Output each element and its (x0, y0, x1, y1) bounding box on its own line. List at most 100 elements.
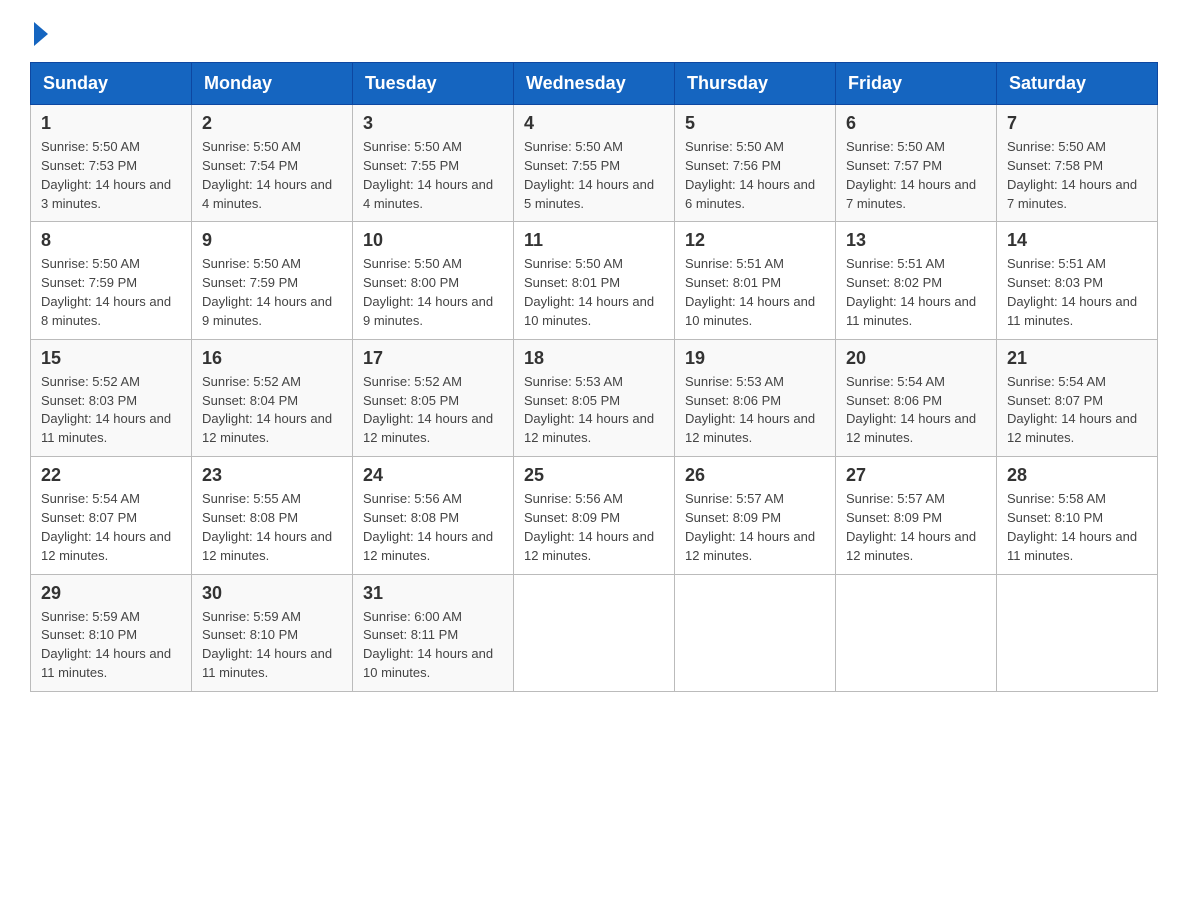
calendar-cell: 13 Sunrise: 5:51 AMSunset: 8:02 PMDayligh… (836, 222, 997, 339)
day-number: 30 (202, 583, 342, 604)
logo-arrow-icon (34, 22, 48, 46)
day-info: Sunrise: 5:52 AMSunset: 8:04 PMDaylight:… (202, 373, 342, 448)
day-number: 14 (1007, 230, 1147, 251)
day-number: 20 (846, 348, 986, 369)
day-number: 25 (524, 465, 664, 486)
day-info: Sunrise: 5:50 AMSunset: 7:54 PMDaylight:… (202, 138, 342, 213)
calendar-cell: 20Sunrise: 5:54 AMSunset: 8:06 PMDayligh… (836, 339, 997, 456)
day-info: Sunrise: 5:55 AMSunset: 8:08 PMDaylight:… (202, 490, 342, 565)
calendar-cell: 25 Sunrise: 5:56 AMSunset: 8:09 PMDayligh… (514, 457, 675, 574)
day-info: Sunrise: 5:56 AMSunset: 8:08 PMDaylight:… (363, 490, 503, 565)
logo (30, 20, 48, 42)
day-number: 1 (41, 113, 181, 134)
day-info: Sunrise: 5:50 AMSunset: 7:58 PMDaylight:… (1007, 138, 1147, 213)
calendar-cell: 3Sunrise: 5:50 AMSunset: 7:55 PMDaylight… (353, 105, 514, 222)
calendar-cell (836, 574, 997, 691)
calendar-cell: 24 Sunrise: 5:56 AMSunset: 8:08 PMDayligh… (353, 457, 514, 574)
day-number: 19 (685, 348, 825, 369)
calendar-header: SundayMondayTuesdayWednesdayThursdayFrid… (31, 63, 1158, 105)
day-number: 13 (846, 230, 986, 251)
calendar-cell (997, 574, 1158, 691)
day-info: Sunrise: 5:51 AMSunset: 8:01 PMDaylight:… (685, 255, 825, 330)
calendar-week-row: 29 Sunrise: 5:59 AMSunset: 8:10 PMDayligh… (31, 574, 1158, 691)
day-info: Sunrise: 5:59 AMSunset: 8:10 PMDaylight:… (202, 608, 342, 683)
day-info: Sunrise: 5:56 AMSunset: 8:09 PMDaylight:… (524, 490, 664, 565)
calendar-cell: 27 Sunrise: 5:57 AMSunset: 8:09 PMDayligh… (836, 457, 997, 574)
day-number: 15 (41, 348, 181, 369)
day-info: Sunrise: 5:50 AMSunset: 8:00 PMDaylight:… (363, 255, 503, 330)
calendar-cell: 31Sunrise: 6:00 AMSunset: 8:11 PMDayligh… (353, 574, 514, 691)
calendar-cell: 28Sunrise: 5:58 AMSunset: 8:10 PMDayligh… (997, 457, 1158, 574)
day-number: 28 (1007, 465, 1147, 486)
calendar-cell: 6 Sunrise: 5:50 AMSunset: 7:57 PMDaylight… (836, 105, 997, 222)
calendar-cell: 2 Sunrise: 5:50 AMSunset: 7:54 PMDaylight… (192, 105, 353, 222)
calendar-cell: 23Sunrise: 5:55 AMSunset: 8:08 PMDayligh… (192, 457, 353, 574)
calendar-cell: 15 Sunrise: 5:52 AMSunset: 8:03 PMDayligh… (31, 339, 192, 456)
day-info: Sunrise: 5:50 AMSunset: 7:56 PMDaylight:… (685, 138, 825, 213)
calendar-cell: 19 Sunrise: 5:53 AMSunset: 8:06 PMDayligh… (675, 339, 836, 456)
day-number: 12 (685, 230, 825, 251)
day-number: 9 (202, 230, 342, 251)
day-info: Sunrise: 5:51 AMSunset: 8:02 PMDaylight:… (846, 255, 986, 330)
calendar-week-row: 1 Sunrise: 5:50 AMSunset: 7:53 PMDaylight… (31, 105, 1158, 222)
day-info: Sunrise: 5:50 AMSunset: 7:53 PMDaylight:… (41, 138, 181, 213)
calendar-cell (514, 574, 675, 691)
day-info: Sunrise: 5:50 AMSunset: 7:57 PMDaylight:… (846, 138, 986, 213)
calendar-week-row: 22Sunrise: 5:54 AMSunset: 8:07 PMDayligh… (31, 457, 1158, 574)
weekday-header-tuesday: Tuesday (353, 63, 514, 105)
day-number: 2 (202, 113, 342, 134)
day-info: Sunrise: 5:57 AMSunset: 8:09 PMDaylight:… (685, 490, 825, 565)
calendar-cell: 9 Sunrise: 5:50 AMSunset: 7:59 PMDaylight… (192, 222, 353, 339)
calendar-cell: 14 Sunrise: 5:51 AMSunset: 8:03 PMDayligh… (997, 222, 1158, 339)
day-number: 17 (363, 348, 503, 369)
day-info: Sunrise: 5:57 AMSunset: 8:09 PMDaylight:… (846, 490, 986, 565)
calendar-cell: 12 Sunrise: 5:51 AMSunset: 8:01 PMDayligh… (675, 222, 836, 339)
day-number: 4 (524, 113, 664, 134)
calendar-week-row: 8Sunrise: 5:50 AMSunset: 7:59 PMDaylight… (31, 222, 1158, 339)
day-number: 6 (846, 113, 986, 134)
day-number: 24 (363, 465, 503, 486)
day-info: Sunrise: 5:52 AMSunset: 8:03 PMDaylight:… (41, 373, 181, 448)
calendar-cell: 16 Sunrise: 5:52 AMSunset: 8:04 PMDayligh… (192, 339, 353, 456)
calendar-cell (675, 574, 836, 691)
calendar-table: SundayMondayTuesdayWednesdayThursdayFrid… (30, 62, 1158, 692)
weekday-header-saturday: Saturday (997, 63, 1158, 105)
weekday-header-friday: Friday (836, 63, 997, 105)
day-number: 11 (524, 230, 664, 251)
day-info: Sunrise: 5:59 AMSunset: 8:10 PMDaylight:… (41, 608, 181, 683)
day-number: 29 (41, 583, 181, 604)
day-info: Sunrise: 5:52 AMSunset: 8:05 PMDaylight:… (363, 373, 503, 448)
calendar-cell: 29 Sunrise: 5:59 AMSunset: 8:10 PMDayligh… (31, 574, 192, 691)
day-info: Sunrise: 5:51 AMSunset: 8:03 PMDaylight:… (1007, 255, 1147, 330)
calendar-cell: 21 Sunrise: 5:54 AMSunset: 8:07 PMDayligh… (997, 339, 1158, 456)
calendar-cell: 26Sunrise: 5:57 AMSunset: 8:09 PMDayligh… (675, 457, 836, 574)
calendar-cell: 11 Sunrise: 5:50 AMSunset: 8:01 PMDayligh… (514, 222, 675, 339)
day-number: 3 (363, 113, 503, 134)
day-number: 21 (1007, 348, 1147, 369)
calendar-cell: 10 Sunrise: 5:50 AMSunset: 8:00 PMDayligh… (353, 222, 514, 339)
page-header (30, 20, 1158, 42)
day-info: Sunrise: 5:50 AMSunset: 8:01 PMDaylight:… (524, 255, 664, 330)
calendar-cell: 18 Sunrise: 5:53 AMSunset: 8:05 PMDayligh… (514, 339, 675, 456)
day-info: Sunrise: 6:00 AMSunset: 8:11 PMDaylight:… (363, 608, 503, 683)
day-number: 10 (363, 230, 503, 251)
calendar-week-row: 15 Sunrise: 5:52 AMSunset: 8:03 PMDayligh… (31, 339, 1158, 456)
calendar-cell: 1 Sunrise: 5:50 AMSunset: 7:53 PMDaylight… (31, 105, 192, 222)
day-info: Sunrise: 5:53 AMSunset: 8:06 PMDaylight:… (685, 373, 825, 448)
day-info: Sunrise: 5:54 AMSunset: 8:07 PMDaylight:… (1007, 373, 1147, 448)
calendar-cell: 22Sunrise: 5:54 AMSunset: 8:07 PMDayligh… (31, 457, 192, 574)
day-info: Sunrise: 5:54 AMSunset: 8:07 PMDaylight:… (41, 490, 181, 565)
day-info: Sunrise: 5:50 AMSunset: 7:55 PMDaylight:… (524, 138, 664, 213)
calendar-cell: 8Sunrise: 5:50 AMSunset: 7:59 PMDaylight… (31, 222, 192, 339)
day-number: 27 (846, 465, 986, 486)
day-info: Sunrise: 5:53 AMSunset: 8:05 PMDaylight:… (524, 373, 664, 448)
weekday-header-monday: Monday (192, 63, 353, 105)
day-number: 16 (202, 348, 342, 369)
day-info: Sunrise: 5:50 AMSunset: 7:59 PMDaylight:… (202, 255, 342, 330)
calendar-body: 1 Sunrise: 5:50 AMSunset: 7:53 PMDaylight… (31, 105, 1158, 692)
calendar-cell: 7Sunrise: 5:50 AMSunset: 7:58 PMDaylight… (997, 105, 1158, 222)
day-number: 5 (685, 113, 825, 134)
day-number: 18 (524, 348, 664, 369)
day-info: Sunrise: 5:50 AMSunset: 7:59 PMDaylight:… (41, 255, 181, 330)
weekday-header-sunday: Sunday (31, 63, 192, 105)
